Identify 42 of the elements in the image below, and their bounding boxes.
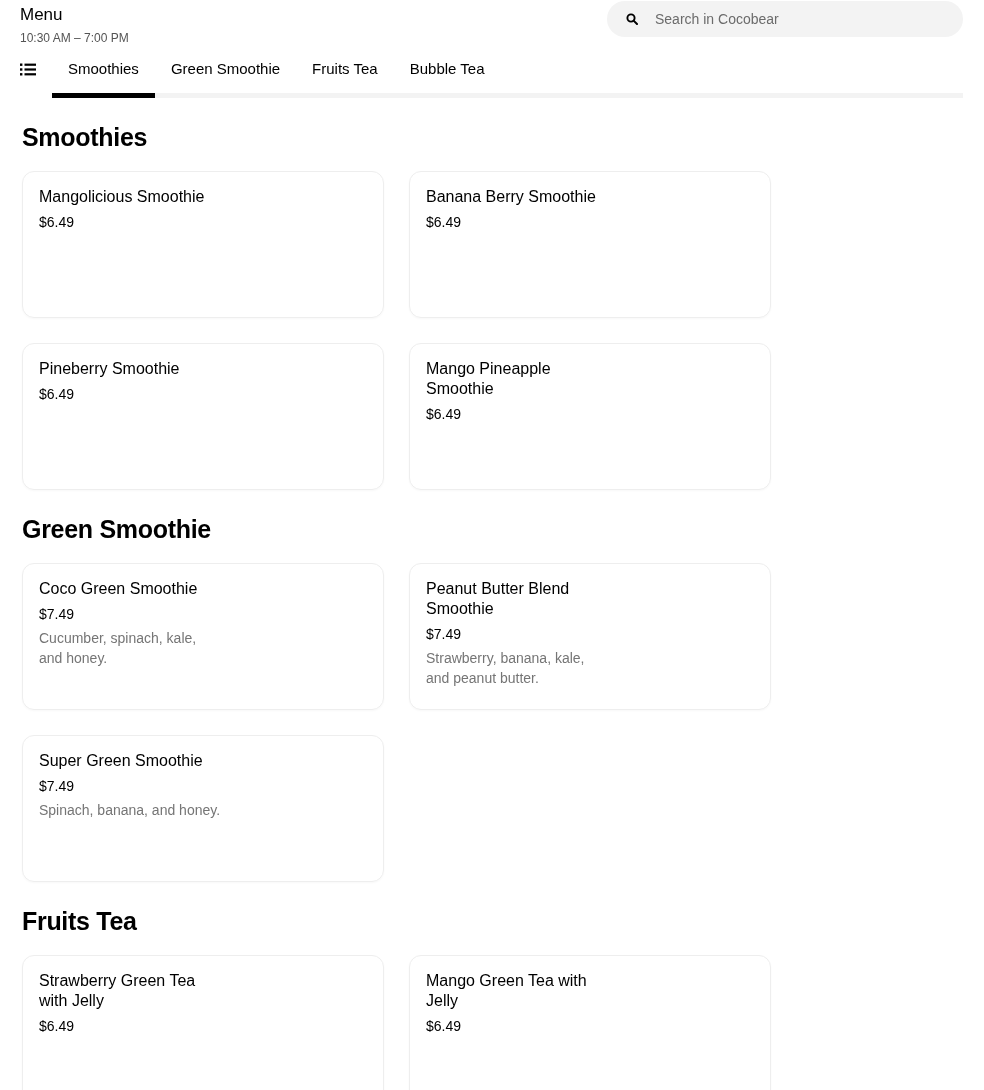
item-name: Pineberry Smoothie [39, 359, 180, 379]
menu-item-card[interactable]: Banana Berry Smoothie $6.49 [409, 171, 771, 318]
item-name: Super Green Smoothie [39, 751, 203, 771]
item-name: Peanut Butter Blend Smoothie [426, 579, 571, 619]
opening-hours: 10:30 AM – 7:00 PM [20, 30, 129, 46]
item-price: $7.49 [426, 625, 462, 644]
item-price: $6.49 [39, 1017, 75, 1036]
list-icon [20, 63, 36, 76]
item-name: Mango Green Tea with Jelly [426, 971, 588, 1011]
item-description: Strawberry, banana, kale, and peanut butter. [426, 649, 586, 688]
item-name: Coco Green Smoothie [39, 579, 198, 599]
item-price: $6.49 [426, 405, 462, 424]
item-name: Mangolicious Smoothie [39, 187, 205, 207]
menu-item-card[interactable]: Mango Pineapple Smoothie $6.49 [409, 343, 771, 490]
item-name: Mango Pineapple Smoothie [426, 359, 552, 399]
category-tab[interactable]: Bubble Tea [393, 46, 501, 98]
item-price: $7.49 [39, 605, 75, 624]
item-description: Cucumber, spinach, kale, and honey. [39, 629, 198, 668]
item-price: $7.49 [39, 777, 75, 796]
menu-item-card[interactable]: Mango Green Tea with Jelly $6.49 [409, 955, 771, 1090]
menu-item-card[interactable]: Super Green Smoothie $7.49 Spinach, banana, and honey. [22, 735, 384, 882]
category-tab[interactable]: Green Smoothie [154, 46, 297, 98]
section-heading: Smoothies [22, 123, 148, 151]
menu-item-card[interactable]: Coco Green Smoothie $7.49 Cucumber, spinach, kale, and honey. [22, 563, 384, 710]
category-tab[interactable]: Smoothies [52, 46, 155, 98]
menu-title: Menu [20, 5, 63, 25]
menu-item-card[interactable]: Strawberry Green Tea with Jelly $6.49 [22, 955, 384, 1090]
item-price: $6.49 [426, 1017, 462, 1036]
item-name: Banana Berry Smoothie [426, 187, 596, 207]
item-price: $6.49 [426, 213, 462, 232]
item-description: Spinach, banana, and honey. [39, 801, 221, 820]
item-price: $6.49 [39, 213, 75, 232]
section-heading: Fruits Tea [22, 907, 137, 935]
item-price: $6.49 [39, 385, 75, 404]
category-tab[interactable]: Fruits Tea [296, 46, 394, 98]
search-icon [626, 13, 638, 25]
menu-item-card[interactable]: Pineberry Smoothie $6.49 [22, 343, 384, 490]
menu-item-card[interactable]: Mangolicious Smoothie $6.49 [22, 171, 384, 318]
search-field[interactable]: Search in Cocobear [607, 1, 963, 37]
menu-item-card[interactable]: Peanut Butter Blend Smoothie $7.49 Strawberry, banana, kale, and peanut butter. [409, 563, 771, 710]
section-heading: Green Smoothie [22, 515, 211, 543]
item-name: Strawberry Green Tea with Jelly [39, 971, 197, 1011]
